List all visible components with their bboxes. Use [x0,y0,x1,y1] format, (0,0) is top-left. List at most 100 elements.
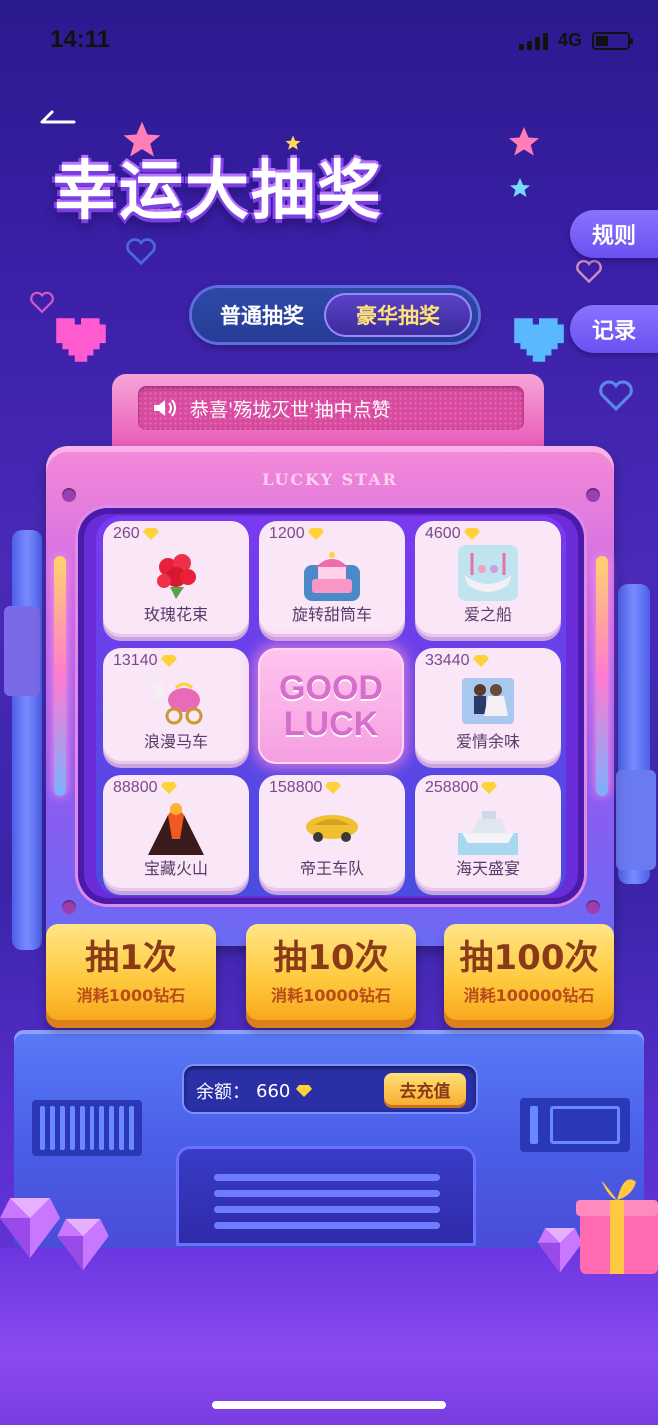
carousel-cake-icon [304,552,360,601]
prize-card-love-boat[interactable]: 4600 爱之船 [415,521,561,637]
good-luck-center[interactable]: GOOD LUCK [258,648,404,764]
price-value: 1200 [269,525,305,542]
draw-100-button[interactable]: 抽100次 消耗100000钻石 [444,924,614,1020]
pixel-heart-icon [56,318,106,362]
draw-label: 抽10次 [273,938,389,978]
rules-button[interactable]: 规则 [570,210,658,258]
draw-label: 抽100次 [459,938,599,978]
tab-normal-draw[interactable]: 普通抽奖 [202,288,322,342]
page-title: 幸运大抽奖 [53,155,383,229]
gift-box-icon [576,1179,658,1274]
gem-icon [57,1218,109,1271]
status-indicators: 4G [518,30,633,51]
rose-bouquet-icon [157,554,196,599]
draw-1-button[interactable]: 抽1次 消耗1000钻石 [46,924,216,1020]
slot-line [214,1222,440,1229]
prize-name: 帝王车队 [299,859,364,878]
heart-outline-icon [126,238,156,266]
prize-name: 旋转甜筒车 [291,605,372,624]
draw-cost: 消耗1000钻石 [76,986,186,1005]
price-value: 4600 [425,525,461,542]
status-time: 14:11 [50,26,111,53]
bolt [586,488,600,502]
prize-price: 4600 [425,525,480,543]
diamond-icon [325,782,342,794]
speaker-icon [154,399,176,417]
draw-10-button[interactable]: 抽10次 消耗10000钻石 [246,924,416,1020]
diamond-icon [160,655,177,667]
prize-card-rose[interactable]: 260 玫瑰花束 [103,521,249,637]
star-icon [510,178,530,197]
bolt [62,488,76,502]
gem-icon [0,1198,60,1258]
machine-brand: LUCKY STAR [262,470,398,489]
right-tube-joint [616,770,656,870]
diamond-icon [160,782,177,794]
prize-name: 爱情余味 [455,732,520,751]
price-value: 158800 [269,779,323,796]
yacht-icon [458,811,518,855]
network-type: 4G [557,30,582,50]
left-tube [12,530,42,950]
heart-outline-icon [30,291,54,314]
diamond-icon [307,528,324,540]
diamond-icon [463,528,480,540]
star-icon [509,127,539,156]
prize-card-carriage[interactable]: 13140 浪漫马车 [103,648,249,764]
prize-price: 1200 [269,525,324,543]
slot-line [214,1190,440,1197]
prize-price: 158800 [269,779,342,797]
pixel-heart-icon [514,318,564,362]
tab-luxury-draw[interactable]: 豪华抽奖 [324,293,472,337]
price-value: 258800 [425,779,479,796]
home-indicator [212,1401,446,1409]
prize-card-yacht[interactable]: 258800 海天盛宴 [415,775,561,891]
prize-name: 爱之船 [463,605,512,624]
prize-price: 13140 [113,652,177,670]
floor [0,1248,658,1425]
records-button[interactable]: 记录 [570,305,658,353]
back-arrow-icon [40,110,76,124]
back-button[interactable] [38,106,78,136]
couple-icon [462,678,514,724]
bolt [62,900,76,914]
balance-display: 余额： 660 [196,1078,313,1104]
prize-name: 玫瑰花束 [143,605,208,624]
diamond-icon [142,528,159,540]
prize-card-gold-car[interactable]: 158800 帝王车队 [259,775,405,891]
battery-icon [592,31,633,50]
gold-car-icon [306,815,358,842]
draw-label: 抽1次 [85,938,177,978]
recharge-button[interactable]: 去充值 [384,1073,466,1105]
diamond-icon [481,782,498,794]
price-value: 260 [113,525,140,542]
carriage-icon [152,682,203,725]
prize-card-volcano[interactable]: 88800 宝藏火山 [103,775,249,891]
status-bar: 14:11 4G [0,0,658,80]
prize-name: 浪漫马车 [143,732,208,751]
draw-mode-tabs: 普通抽奖 豪华抽奖 [192,288,478,342]
prize-price: 88800 [113,779,177,797]
balance-value: 660 [256,1080,291,1102]
price-value: 13140 [113,652,158,669]
side-panel [520,1098,630,1152]
prize-price: 33440 [425,652,489,670]
right-light-strip [596,556,608,796]
left-tube-joint [4,606,40,696]
good-luck-line2: LUCK [283,705,379,743]
price-value: 88800 [113,779,158,796]
love-boat-icon [458,545,518,601]
draw-cost: 消耗100000钻石 [463,986,595,1005]
bolt [586,900,600,914]
price-value: 33440 [425,652,470,669]
marquee-text: 恭喜'殇垅灭世'抽中点赞 [190,398,391,421]
prize-name: 海天盛宴 [455,859,520,878]
prize-slot [176,1146,476,1246]
diamond-icon [472,655,489,667]
prize-card-carousel[interactable]: 1200 旋转甜筒车 [259,521,405,637]
prize-card-couple[interactable]: 33440 爱情余味 [415,648,561,764]
heart-outline-icon [576,259,602,284]
slot-line [214,1174,440,1181]
signal-icon [518,32,548,50]
balance-label: 余额： [196,1082,250,1103]
